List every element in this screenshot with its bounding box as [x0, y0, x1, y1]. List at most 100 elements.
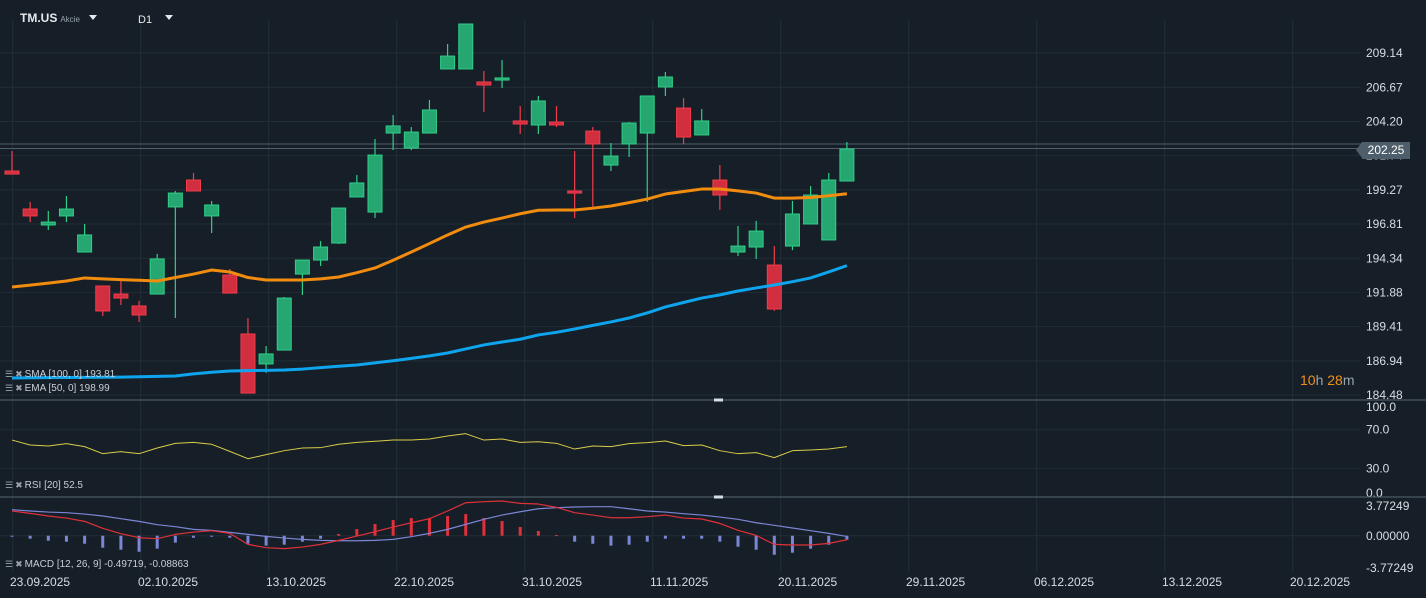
candle	[603, 143, 619, 172]
candle-body	[40, 221, 56, 226]
pane-resize-handle[interactable]	[714, 398, 723, 402]
date-tick-label: 20.11.2025	[778, 575, 837, 589]
date-tick-label: 23.09.2025	[10, 575, 70, 589]
date-tick-label: 13.12.2025	[1162, 575, 1222, 589]
macd-histogram-bar	[64, 535, 68, 542]
macd-histogram-bar	[682, 535, 686, 539]
timeframe-selector[interactable]: D1	[138, 14, 152, 26]
candle	[766, 246, 782, 311]
candle	[712, 165, 728, 210]
sma-legend-label: SMA [100, 0] 193.81	[24, 369, 116, 380]
rsi-legend[interactable]: ☰ ✖ RSI [20] 52.5	[5, 480, 83, 491]
close-icon[interactable]: ✖	[15, 383, 23, 394]
price-tick-label: 189.41	[1366, 320, 1403, 334]
candle-body	[730, 245, 746, 253]
countdown-hours: 10	[1300, 372, 1316, 388]
countdown-minutes: 28	[1327, 372, 1343, 388]
candle-body	[131, 305, 147, 316]
macd-histogram-bar	[337, 533, 341, 536]
macd-histogram-bar	[264, 535, 268, 546]
close-icon[interactable]: ✖	[15, 369, 23, 380]
settings-list-icon[interactable]: ☰	[5, 559, 13, 570]
date-tick-label: 22.10.2025	[394, 575, 454, 589]
symbol-selector[interactable]: TM.US Akcie	[20, 11, 80, 25]
macd-tick-label: 3.77249	[1366, 499, 1410, 513]
candle	[549, 105, 564, 128]
candle	[294, 259, 310, 296]
settings-list-icon[interactable]: ☰	[5, 383, 13, 394]
candle	[403, 127, 419, 151]
macd-histogram-bar	[10, 535, 14, 537]
candle-body	[204, 204, 220, 217]
macd-histogram-bar	[536, 531, 540, 536]
macd-histogram-bar	[373, 524, 377, 536]
candle-body	[676, 107, 692, 138]
macd-histogram-bar	[809, 535, 813, 549]
macd-histogram-bar	[173, 535, 177, 543]
date-tick-label: 02.10.2025	[138, 575, 198, 589]
close-icon[interactable]: ✖	[15, 480, 23, 491]
macd-histogram-bar	[627, 535, 631, 545]
candle	[803, 186, 819, 225]
countdown-m: m	[1342, 372, 1355, 388]
macd-histogram-bar	[718, 535, 722, 542]
macd-legend[interactable]: ☰ ✖ MACD [12, 26, 9] -0.49719, -0.08863	[5, 559, 189, 570]
candle-body	[349, 182, 365, 198]
macd-histogram-bar	[555, 535, 558, 537]
rsi-tick-label: 30.0	[1366, 461, 1390, 475]
candle	[4, 151, 20, 175]
ema-line	[11, 187, 848, 289]
macd-histogram-bar	[355, 529, 359, 536]
candle	[821, 172, 837, 241]
date-tick-label: 31.10.2025	[522, 575, 582, 589]
macd-histogram-bar	[736, 535, 740, 547]
pane-resize-handle[interactable]	[714, 495, 723, 499]
macd-tick-label: 0.00000	[1366, 529, 1410, 543]
rsi-line	[11, 433, 847, 460]
settings-list-icon[interactable]: ☰	[5, 480, 13, 491]
candle	[58, 195, 74, 223]
chart-canvas[interactable]: 209.14206.67204.20201.74199.27196.81194.…	[0, 0, 1426, 598]
candle-body	[639, 95, 655, 134]
macd-histogram-bar	[754, 535, 758, 550]
macd-histogram-bar	[446, 516, 450, 536]
candle	[585, 127, 601, 209]
candle-body	[4, 170, 20, 175]
candle-body	[712, 179, 728, 196]
candle-body	[258, 353, 274, 365]
candle-body	[385, 125, 401, 134]
candle-body	[549, 121, 564, 126]
symbol-dropdown-icon[interactable]	[89, 15, 97, 20]
candle	[784, 200, 800, 251]
price-tick-label: 199.27	[1366, 183, 1403, 197]
candle-body	[512, 120, 528, 125]
timeframe-dropdown-icon[interactable]	[165, 15, 173, 20]
ema-legend[interactable]: ☰ ✖ EMA [50, 0] 198.99	[5, 383, 110, 394]
date-tick-label: 11.11.2025	[650, 575, 709, 589]
candle-body	[222, 274, 238, 294]
candle-body	[58, 208, 74, 217]
date-tick-label: 29.11.2025	[906, 575, 965, 589]
sma-legend[interactable]: ☰ ✖ SMA [100, 0] 193.81	[5, 369, 115, 380]
close-icon[interactable]: ✖	[15, 559, 23, 570]
symbol-label: TM.US	[20, 11, 58, 25]
candle-body	[821, 179, 837, 241]
candle-body	[440, 55, 456, 70]
price-tick-label: 204.20	[1366, 115, 1403, 129]
candle	[204, 200, 220, 234]
settings-list-icon[interactable]: ☰	[5, 369, 13, 380]
macd-histogram-bar	[228, 535, 232, 538]
candle	[95, 285, 111, 316]
candle	[113, 281, 129, 305]
candle	[657, 72, 673, 96]
candle	[131, 300, 147, 323]
rsi-tick-label: 70.0	[1366, 423, 1390, 437]
date-tick-label: 06.12.2025	[1034, 575, 1094, 589]
macd-histogram-bar	[772, 535, 776, 555]
macd-tick-label: -3.77249	[1366, 561, 1414, 575]
candle	[22, 201, 38, 223]
candle-body	[22, 208, 38, 217]
macd-histogram-bar	[482, 518, 486, 536]
macd-histogram-bar	[119, 535, 123, 550]
candle	[367, 138, 383, 219]
